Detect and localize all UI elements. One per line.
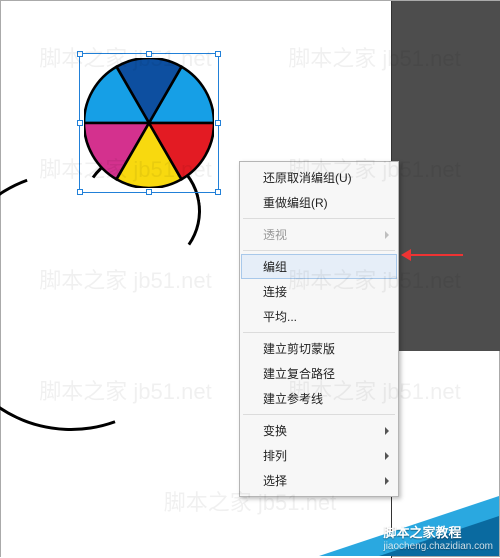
handle-ne[interactable] xyxy=(215,51,221,57)
submenu-arrow-icon xyxy=(385,231,389,239)
menu-item-7[interactable]: 建立复合路径 xyxy=(241,361,397,386)
menu-item-11[interactable]: 选择 xyxy=(241,468,397,493)
menu-separator xyxy=(243,332,395,333)
handle-w[interactable] xyxy=(77,120,83,126)
handle-e[interactable] xyxy=(215,120,221,126)
menu-item-10[interactable]: 排列 xyxy=(241,443,397,468)
handle-se[interactable] xyxy=(215,189,221,195)
badge-line2: jiaocheng.chazidian.com xyxy=(383,541,493,552)
submenu-arrow-icon xyxy=(385,477,389,485)
menu-item-label: 还原取消编组(U) xyxy=(263,171,352,185)
submenu-arrow-icon xyxy=(385,427,389,435)
menu-item-label: 排列 xyxy=(263,449,287,463)
menu-separator xyxy=(243,414,395,415)
menu-item-5[interactable]: 平均... xyxy=(241,304,397,329)
menu-item-label: 平均... xyxy=(263,310,297,324)
menu-item-label: 变换 xyxy=(263,424,287,438)
handle-nw[interactable] xyxy=(77,51,83,57)
menu-item-label: 连接 xyxy=(263,285,287,299)
menu-item-1[interactable]: 重做编组(R) xyxy=(241,190,397,215)
handle-n[interactable] xyxy=(146,51,152,57)
menu-item-label: 建立复合路径 xyxy=(263,367,335,381)
menu-separator xyxy=(243,218,395,219)
menu-item-3[interactable]: 编组 xyxy=(241,254,397,279)
handle-s[interactable] xyxy=(146,189,152,195)
handle-sw[interactable] xyxy=(77,189,83,195)
menu-item-label: 透视 xyxy=(263,228,287,242)
menu-item-label: 建立剪切蒙版 xyxy=(263,342,335,356)
menu-item-8[interactable]: 建立参考线 xyxy=(241,386,397,411)
context-menu: 还原取消编组(U) 重做编组(R) 透视编组连接平均... 建立剪切蒙版建立复合路径建… xyxy=(239,161,399,497)
menu-item-2: 透视 xyxy=(241,222,397,247)
submenu-arrow-icon xyxy=(385,452,389,460)
menu-item-9[interactable]: 变换 xyxy=(241,418,397,443)
off-artboard-area xyxy=(391,1,500,351)
menu-separator xyxy=(243,250,395,251)
badge-line1: 脚本之家教程 xyxy=(383,525,461,540)
menu-item-0[interactable]: 还原取消编组(U) xyxy=(241,165,397,190)
pie-graphic[interactable] xyxy=(84,58,214,188)
menu-item-label: 选择 xyxy=(263,474,287,488)
menu-item-6[interactable]: 建立剪切蒙版 xyxy=(241,336,397,361)
menu-item-label: 编组 xyxy=(263,260,287,274)
menu-item-label: 建立参考线 xyxy=(263,392,323,406)
menu-item-4[interactable]: 连接 xyxy=(241,279,397,304)
menu-item-label: 重做编组(R) xyxy=(263,196,328,210)
